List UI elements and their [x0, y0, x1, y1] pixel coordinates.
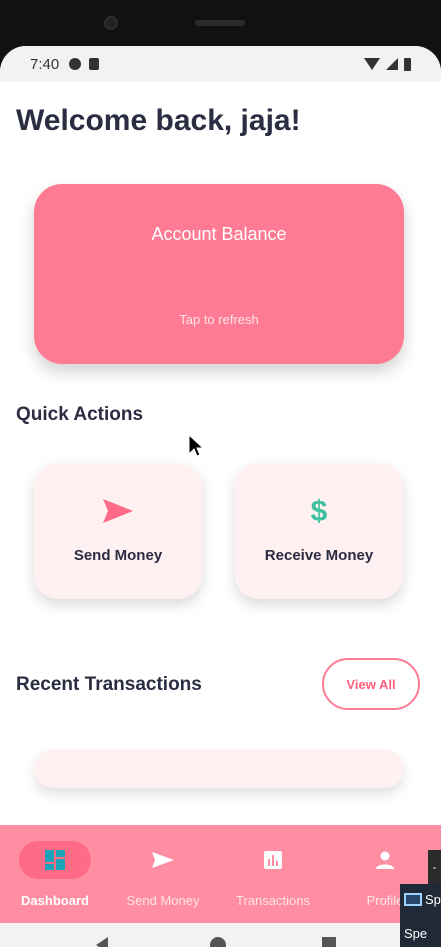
balance-title: Account Balance	[151, 224, 287, 244]
send-money-button[interactable]: Send Money	[34, 463, 202, 599]
chart-icon	[237, 841, 309, 879]
nav-label-transactions: Transactions	[236, 893, 310, 908]
status-time: 7:40	[30, 55, 60, 73]
signal-icon	[386, 58, 398, 70]
overlay-minimize-button[interactable]: -	[428, 850, 441, 884]
receive-money-button[interactable]: $ Receive Money	[235, 463, 403, 599]
monitor-icon	[404, 893, 422, 906]
system-navigation-bar	[0, 923, 441, 947]
status-bar: 7:40	[0, 46, 441, 82]
account-balance-card[interactable]: Account Balance Tap to refresh	[34, 184, 404, 364]
nav-dashboard[interactable]: Dashboard	[0, 825, 110, 923]
refresh-hint: Tap to refresh	[179, 312, 259, 327]
sd-card-icon	[89, 58, 100, 70]
nav-send-money[interactable]: Send Money	[108, 825, 218, 923]
send-icon	[34, 497, 202, 525]
system-recents-icon[interactable]	[322, 937, 336, 947]
bottom-navigation: Dashboard Send Money Transactions Profil…	[0, 825, 441, 923]
overlay-app-label: Sp	[425, 892, 441, 907]
status-icons-right	[364, 57, 411, 71]
nav-label-send-money: Send Money	[126, 893, 200, 908]
welcome-heading: Welcome back, jaja!	[16, 104, 301, 137]
dashboard-icon	[19, 841, 91, 879]
overlay-app-entry[interactable]: Sp	[404, 892, 441, 907]
dollar-glyph: $	[310, 495, 328, 528]
front-camera	[104, 16, 118, 30]
dollar-icon: $	[235, 497, 403, 527]
nav-transactions[interactable]: Transactions	[218, 825, 328, 923]
battery-icon	[404, 57, 411, 71]
recent-transactions-title: Recent Transactions	[16, 674, 202, 695]
receive-money-label: Receive Money	[264, 547, 374, 564]
view-all-button[interactable]: View All	[322, 658, 420, 710]
overlay-text: Spe	[404, 926, 428, 941]
quick-actions-title: Quick Actions	[16, 404, 144, 425]
nav-label-dashboard: Dashboard	[21, 893, 89, 908]
earpiece-speaker	[195, 20, 245, 26]
send-icon	[127, 841, 199, 879]
status-icons-left	[69, 58, 100, 70]
system-home-icon[interactable]	[210, 937, 226, 947]
send-money-label: Send Money	[73, 547, 163, 564]
mouse-pointer-icon	[188, 433, 205, 463]
person-icon	[349, 841, 421, 879]
notification-icon	[69, 58, 82, 70]
transaction-item-placeholder[interactable]	[34, 750, 404, 788]
system-back-icon[interactable]	[96, 937, 108, 947]
app-screen: 7:40 Welcome back, jaja! Account Balance…	[0, 46, 441, 947]
wifi-icon	[364, 58, 380, 70]
